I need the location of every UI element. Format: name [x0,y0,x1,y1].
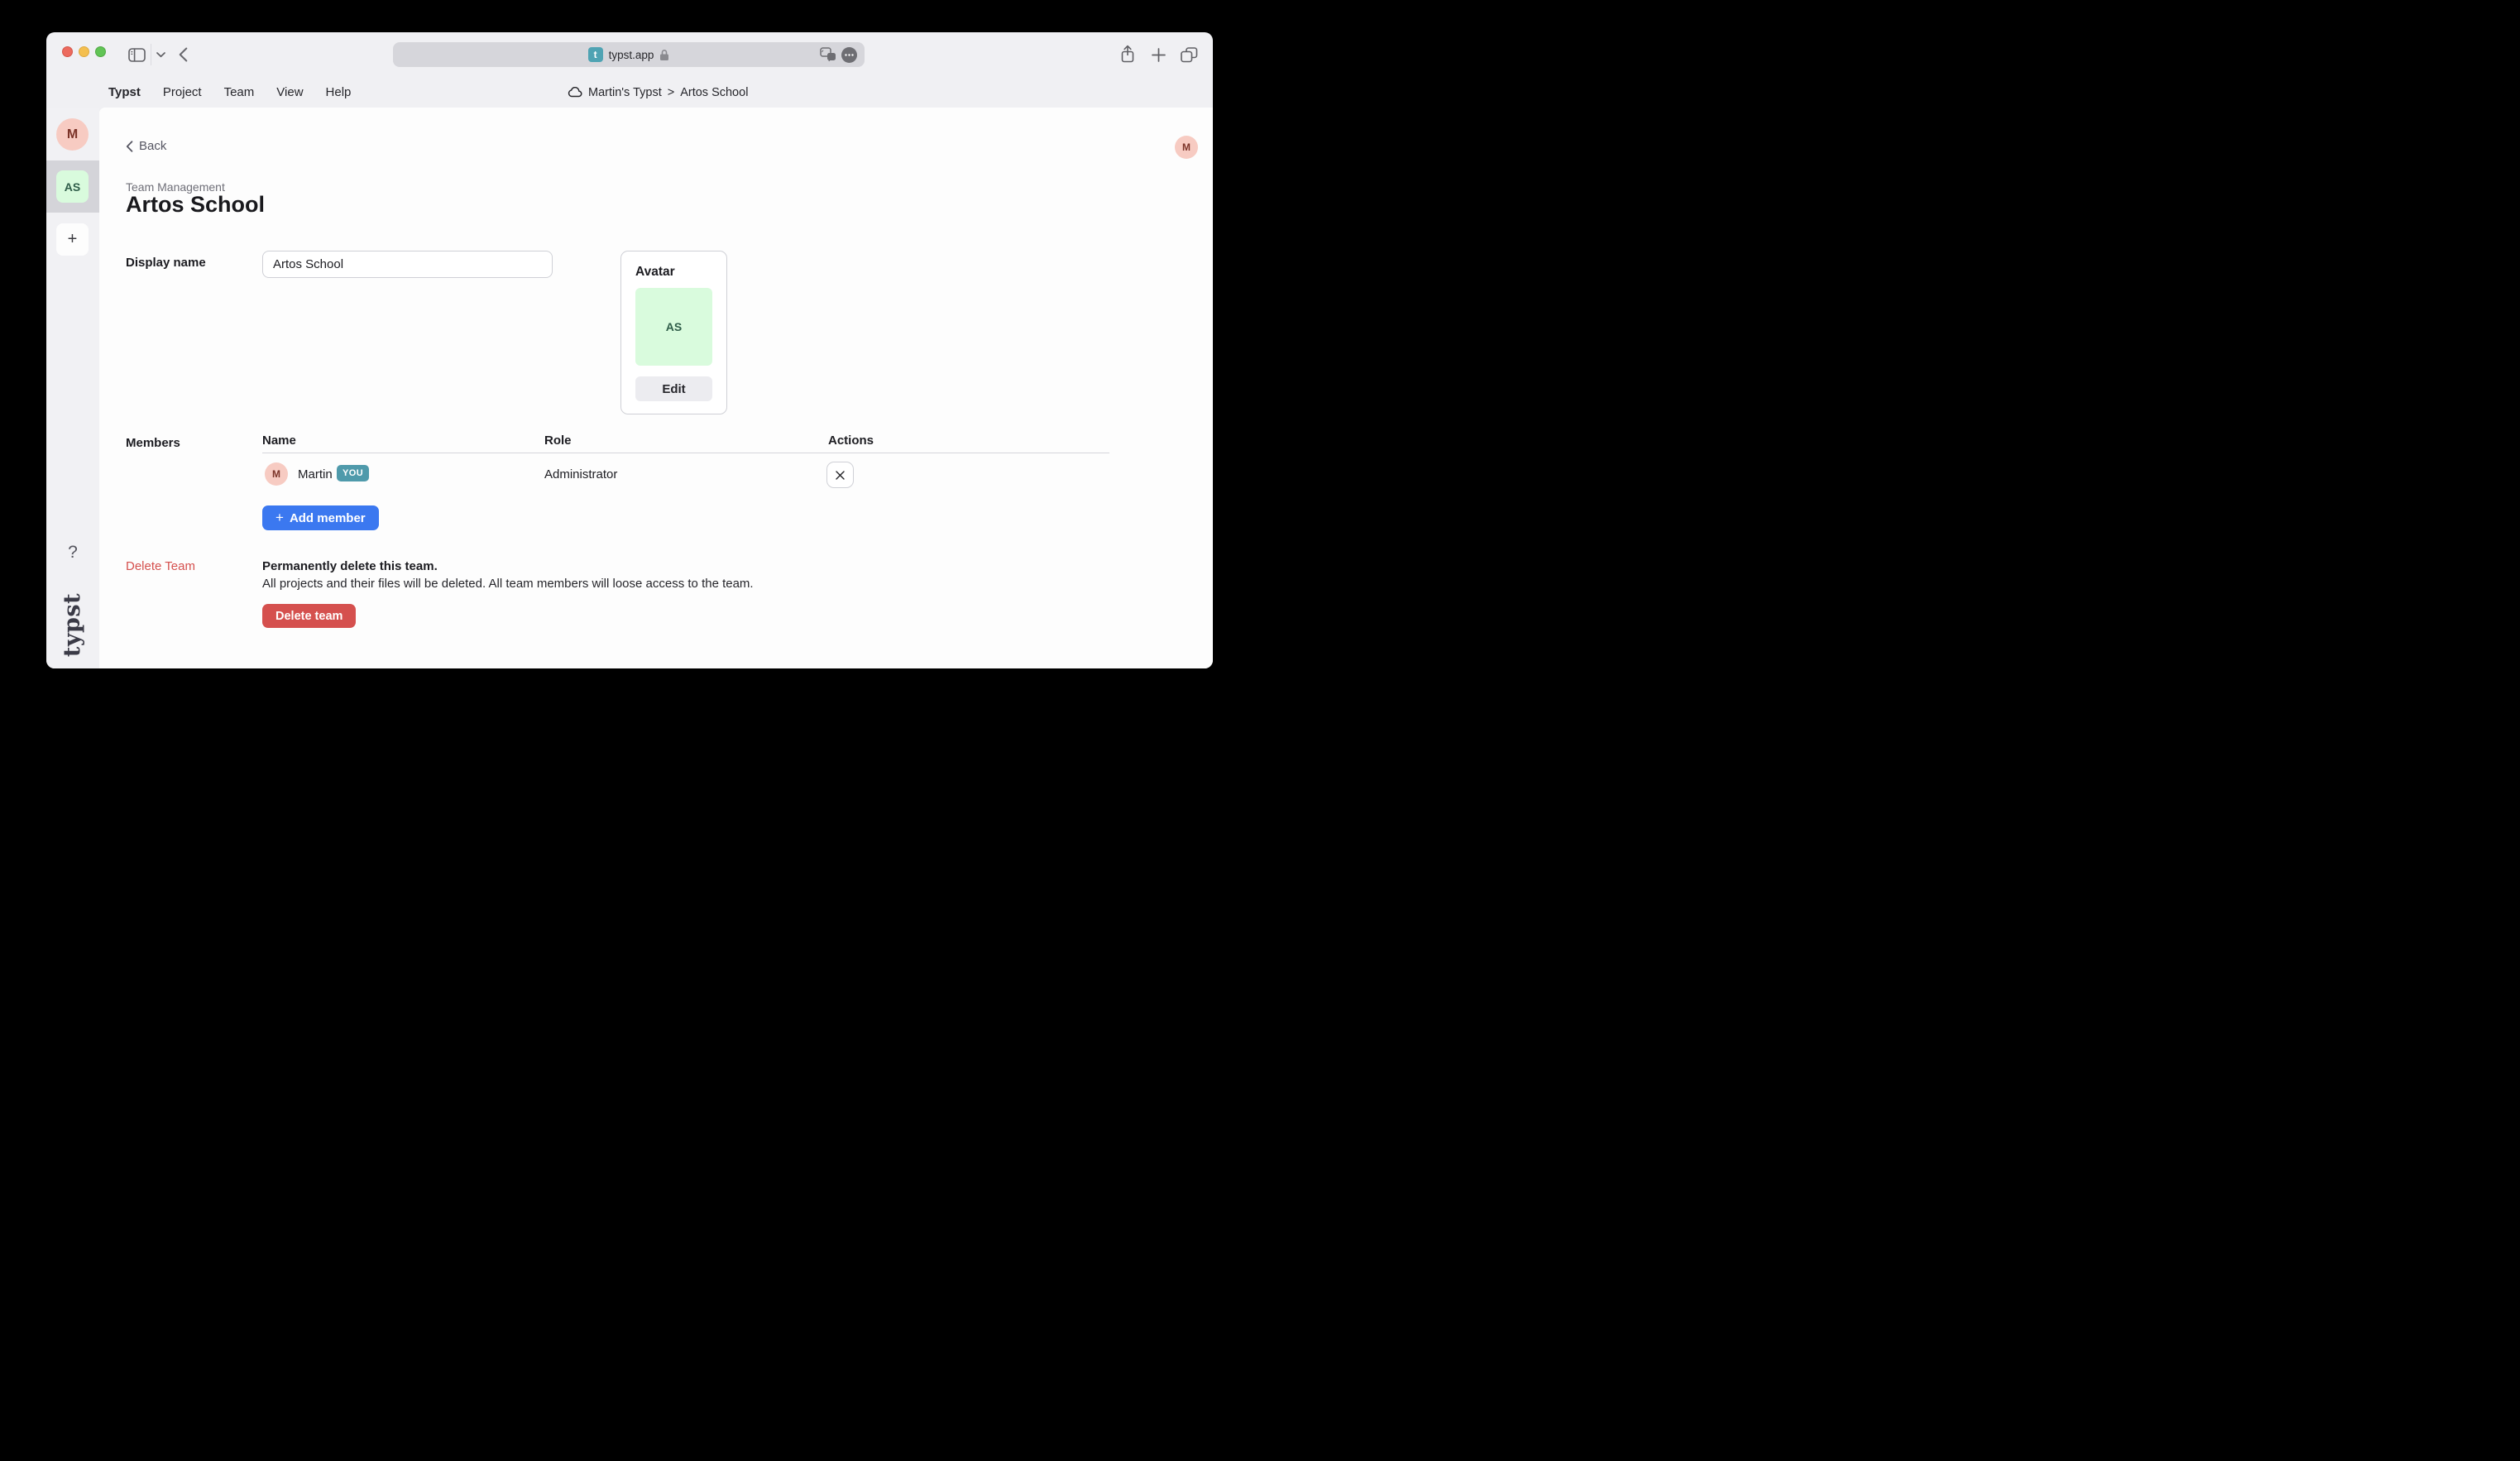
sidebar-selected-band: AS [46,160,99,213]
back-link[interactable]: Back [126,139,166,153]
address-bar[interactable]: t typst.app [393,42,865,67]
plus-icon: + [275,510,284,526]
breadcrumb-team: Martin's Typst [588,86,662,99]
minimize-window-button[interactable] [79,46,89,57]
browser-back-icon[interactable] [175,32,190,77]
delete-heading: Permanently delete this team. [262,559,438,573]
add-member-button[interactable]: + Add member [262,505,379,530]
app-menubar: Typst Project Team View Help Martin's Ty… [46,77,1213,108]
more-options-icon[interactable] [841,47,857,63]
team-sidebar: M AS + ? typst [46,108,99,668]
column-header-role: Role [544,434,572,448]
main-content: Back M Team Management Artos School Disp… [99,108,1213,668]
column-header-actions: Actions [828,434,874,448]
back-label: Back [139,139,166,153]
translate-icon[interactable] [820,47,836,62]
cloud-icon [568,87,582,98]
url-text: typst.app [609,49,654,61]
breadcrumb-page: Artos School [680,86,748,99]
page-title: Artos School [126,192,265,218]
display-name-label: Display name [126,256,206,270]
avatar-card: Avatar AS Edit [620,251,727,414]
site-favicon: t [588,47,603,62]
chevron-left-icon [126,141,133,152]
sidebar-item-team[interactable]: AS [56,170,89,203]
menu-typst[interactable]: Typst [108,85,141,99]
you-badge: YOU [337,465,369,481]
member-name: Martin [298,467,333,481]
share-icon[interactable] [1119,32,1137,77]
typst-wordmark: typst [60,592,86,656]
menu-view[interactable]: View [276,85,303,99]
close-icon [835,470,846,481]
zoom-window-button[interactable] [95,46,106,57]
desktop-background: t typst.app [0,0,1260,730]
typst-logo: typst [46,583,99,666]
display-name-input[interactable] [262,251,553,278]
breadcrumb-separator: > [668,86,674,99]
user-avatar[interactable]: M [1175,136,1198,159]
menu-team[interactable]: Team [224,85,255,99]
avatar-card-title: Avatar [635,265,675,280]
lock-icon [659,49,669,61]
member-role: Administrator [544,467,617,481]
members-label: Members [126,436,180,450]
add-member-label: Add member [290,511,366,525]
browser-toolbar: t typst.app [46,32,1213,77]
help-icon[interactable]: ? [46,543,99,563]
edit-avatar-button[interactable]: Edit [635,376,712,401]
close-window-button[interactable] [62,46,73,57]
sidebar-item-personal[interactable]: M [56,118,89,151]
delete-body: All projects and their files will be del… [262,577,754,591]
menu-help[interactable]: Help [326,85,352,99]
new-tab-icon[interactable] [1150,32,1167,77]
team-avatar: AS [635,288,712,366]
menu-project[interactable]: Project [163,85,202,99]
add-team-button[interactable]: + [56,223,89,256]
chevron-down-icon[interactable] [154,32,167,77]
sidebar-toggle-icon[interactable] [126,32,147,77]
browser-window: t typst.app [46,32,1213,668]
delete-team-button[interactable]: Delete team [262,604,356,628]
member-avatar: M [265,462,288,486]
column-header-name: Name [262,434,296,448]
tab-overview-icon[interactable] [1179,32,1199,77]
breadcrumb[interactable]: Martin's Typst > Artos School [568,77,748,108]
remove-member-button[interactable] [826,462,854,488]
delete-team-label: Delete Team [126,559,195,573]
